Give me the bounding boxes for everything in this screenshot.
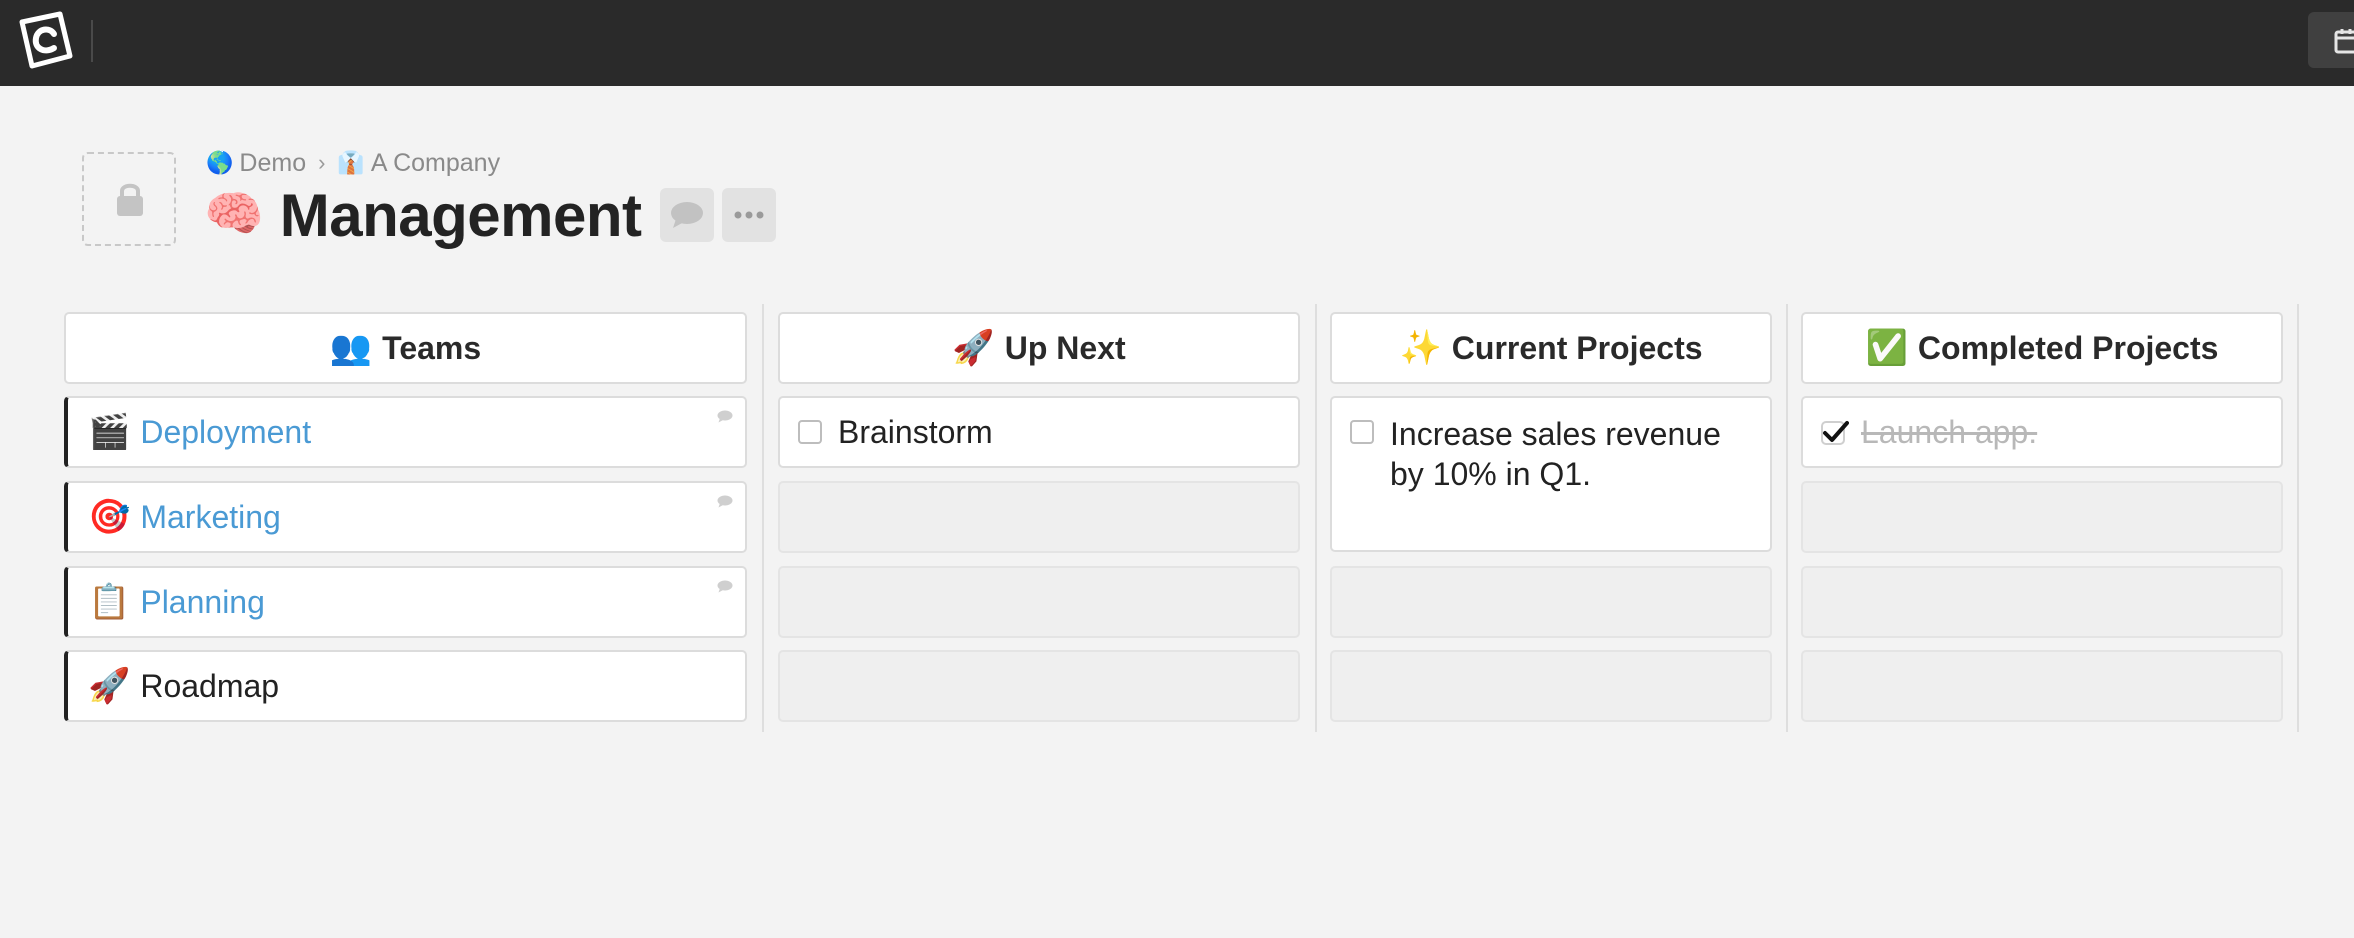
column-title: Teams: [382, 329, 482, 366]
people-icon: 👥: [329, 329, 373, 367]
clipboard-icon: 📋: [88, 583, 131, 621]
column-title: Completed Projects: [1917, 329, 2219, 366]
column-divider: [2297, 304, 2299, 732]
empty-card-slot[interactable]: [1330, 650, 1772, 722]
checked-checkbox-icon[interactable]: [1821, 419, 1849, 445]
title-row: 🧠 Management: [204, 178, 776, 252]
page-title[interactable]: Management: [280, 181, 642, 250]
column-header-completed-projects[interactable]: ✅ Completed Projects: [1801, 312, 2283, 384]
clapperboard-icon: 🎬: [88, 413, 131, 451]
comment-icon[interactable]: [717, 580, 733, 593]
column-divider: [762, 304, 764, 732]
comments-button[interactable]: [659, 188, 714, 242]
sparkles-icon: ✨: [1399, 329, 1442, 367]
empty-card-slot[interactable]: [778, 650, 1300, 722]
column-header-teams[interactable]: 👥 Teams: [64, 312, 747, 384]
task-checkbox[interactable]: [798, 420, 822, 444]
column-header-up-next[interactable]: 🚀 Up Next: [778, 312, 1300, 384]
task-card-brainstorm[interactable]: Brainstorm: [778, 396, 1300, 468]
target-icon: 🎯: [88, 498, 131, 536]
more-options-button[interactable]: [721, 188, 776, 242]
empty-card-slot[interactable]: [778, 566, 1300, 638]
empty-card-slot[interactable]: [1801, 566, 2283, 638]
lock-icon: [117, 183, 143, 216]
rocket-icon: 🚀: [88, 667, 131, 705]
column-divider: [1315, 304, 1317, 732]
card-deployment[interactable]: 🎬 Deployment: [64, 396, 747, 468]
necktie-icon: 👔: [337, 150, 365, 175]
comment-icon[interactable]: [717, 495, 733, 508]
empty-card-slot[interactable]: [1330, 566, 1772, 638]
rocket-icon: 🚀: [952, 329, 995, 367]
board-image-placeholder[interactable]: [82, 152, 176, 246]
globe-icon: 🌎: [206, 150, 234, 175]
calendar-button[interactable]: [2308, 12, 2354, 68]
card-link[interactable]: Planning: [140, 584, 265, 621]
card-marketing[interactable]: 🎯 Marketing: [64, 481, 747, 553]
card-link[interactable]: Deployment: [140, 414, 311, 451]
empty-card-slot[interactable]: [1801, 481, 2283, 553]
column-header-current-projects[interactable]: ✨ Current Projects: [1330, 312, 1772, 384]
app-logo-icon[interactable]: [14, 10, 76, 72]
breadcrumb-item-company[interactable]: 👔 A Company: [337, 149, 500, 178]
column-title: Current Projects: [1451, 329, 1703, 366]
task-card-launch-app[interactable]: Launch app.: [1801, 396, 2283, 468]
card-roadmap[interactable]: 🚀 Roadmap: [64, 650, 747, 722]
calendar-icon: [2334, 29, 2354, 54]
empty-card-slot[interactable]: [778, 481, 1300, 553]
top-bar: [0, 0, 2354, 86]
task-label-done: Launch app.: [1861, 413, 2038, 450]
brain-icon: 🧠: [204, 188, 264, 241]
task-label: Increase sales revenue by 10% in Q1.: [1390, 416, 1721, 492]
speech-bubble-icon: [670, 202, 703, 228]
task-label: Brainstorm: [838, 414, 993, 450]
breadcrumb-separator: ›: [318, 150, 326, 175]
breadcrumb-label: Demo: [239, 148, 307, 177]
task-card-sales-revenue[interactable]: Increase sales revenue by 10% in Q1.: [1330, 396, 1772, 552]
check-mark-icon: ✅: [1865, 329, 1908, 367]
card-link[interactable]: Marketing: [140, 499, 281, 536]
breadcrumb-item-demo[interactable]: 🌎 Demo: [206, 149, 306, 178]
column-title: Up Next: [1004, 329, 1126, 366]
card-label[interactable]: Roadmap: [140, 668, 279, 705]
task-checkbox[interactable]: [1350, 420, 1374, 444]
breadcrumb-label: A Company: [370, 148, 501, 177]
breadcrumb: 🌎 Demo › 👔 A Company: [206, 146, 500, 180]
column-divider: [1786, 304, 1788, 732]
ellipsis-icon: [734, 211, 764, 219]
comment-icon[interactable]: [717, 410, 733, 423]
empty-card-slot[interactable]: [1801, 650, 2283, 722]
top-bar-divider: [91, 20, 93, 62]
card-planning[interactable]: 📋 Planning: [64, 566, 747, 638]
